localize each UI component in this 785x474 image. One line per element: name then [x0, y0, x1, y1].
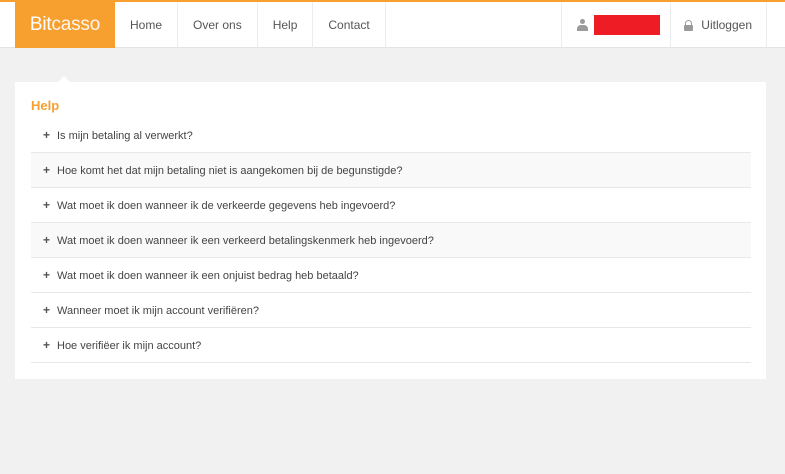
faq-item[interactable]: + Wat moet ik doen wanneer ik een onjuist… [31, 258, 751, 293]
faq-question: Wanneer moet ik mijn account verifiëren? [57, 305, 259, 317]
faq-item[interactable]: + Wat moet ik doen wanneer ik de verkeerd… [31, 188, 751, 223]
plus-icon: + [43, 338, 51, 352]
faq-question: Is mijn betaling al verwerkt? [57, 130, 193, 142]
brand-logo-part2: casso [51, 14, 101, 35]
nav-over-ons[interactable]: Over ons [178, 2, 258, 48]
faq-question: Wat moet ik doen wanneer ik een onjuist … [57, 270, 359, 282]
faq-question: Wat moet ik doen wanneer ik de verkeerde… [57, 200, 396, 212]
user-menu[interactable] [561, 2, 672, 48]
faq-item[interactable]: + Wat moet ik doen wanneer ik een verkeer… [31, 223, 751, 258]
faq-question: Hoe verifiëer ik mijn account? [57, 340, 202, 352]
nav-home[interactable]: Home [115, 2, 179, 48]
faq-question: Hoe komt het dat mijn betaling niet is a… [57, 165, 403, 177]
nav-contact[interactable]: Contact [313, 2, 386, 48]
logout-button[interactable]: Uitloggen [671, 2, 767, 48]
faq-item[interactable]: + Is mijn betaling al verwerkt? [31, 118, 751, 153]
user-icon [577, 19, 589, 31]
plus-icon: + [43, 163, 51, 177]
user-area: Uitloggen [561, 2, 767, 48]
plus-icon: + [43, 128, 51, 142]
page-title: Help [31, 98, 60, 113]
nav-help[interactable]: Help [258, 2, 314, 48]
faq-item[interactable]: + Wanneer moet ik mijn account verifiëren… [31, 293, 751, 328]
plus-icon: + [43, 233, 51, 247]
plus-icon: + [43, 198, 51, 212]
help-panel: Help + Is mijn betaling al verwerkt? + Hoe… [15, 82, 766, 379]
top-navbar: Bitcasso Home Over ons Help Contact Uitl… [0, 0, 785, 48]
lock-icon [684, 19, 694, 31]
plus-icon: + [43, 268, 51, 282]
faq-item[interactable]: + Hoe verifiëer ik mijn account? [31, 328, 751, 363]
faq-list: + Is mijn betaling al verwerkt? + Hoe komt… [31, 118, 751, 363]
brand-logo-part1: Bit [29, 14, 52, 35]
main-nav: Home Over ons Help Contact [115, 2, 386, 48]
faq-item[interactable]: + Hoe komt het dat mijn betaling niet is … [31, 153, 751, 188]
faq-question: Wat moet ik doen wanneer ik een verkeerd… [57, 235, 434, 247]
redacted-username [594, 15, 661, 35]
brand-logo[interactable]: Bitcasso [15, 2, 115, 48]
logout-label: Uitloggen [701, 18, 752, 32]
plus-icon: + [43, 303, 51, 317]
